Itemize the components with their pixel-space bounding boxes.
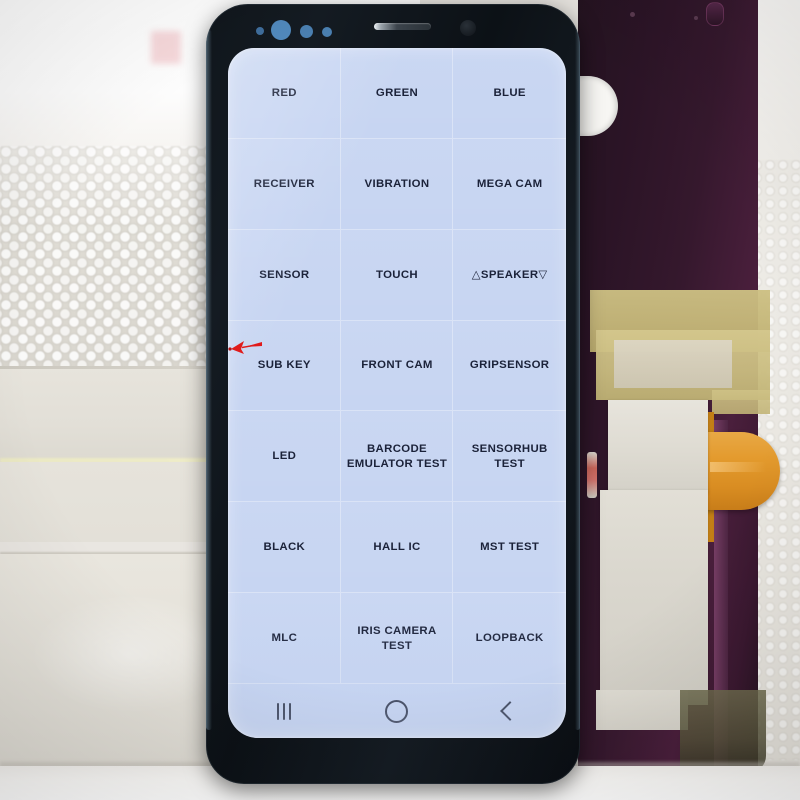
masking-tape-inner-patch (614, 340, 732, 388)
grid-cell-gripsensor[interactable]: GRIPSENSOR (453, 320, 566, 412)
grid-cell-label: GREEN (375, 86, 419, 99)
panel-screw-hole-2 (694, 16, 698, 20)
home-circle-icon (385, 699, 409, 723)
phone-device: RED GREEN BLUE RECEIVER VIBRATION MEGA C… (206, 4, 580, 784)
grid-cell-label: GRIPSENSOR (469, 359, 550, 372)
phone-rim-right (575, 30, 580, 730)
nav-back-button[interactable] (484, 694, 536, 728)
grid-cell-receiver[interactable]: RECEIVER (228, 138, 341, 230)
grid-cell-mlc[interactable]: MLC (228, 593, 341, 684)
paper-tape-strip-3 (596, 690, 688, 730)
grid-cell-touch[interactable]: TOUCH (340, 229, 454, 321)
panel-camera-cutout (706, 2, 724, 26)
grid-cell-led[interactable]: LED (228, 411, 341, 503)
grid-cell-label: BLUE (493, 86, 526, 99)
grid-cell-loopback[interactable]: LOOPBACK (453, 593, 566, 684)
test-mode-grid: RED GREEN BLUE RECEIVER VIBRATION MEGA C… (228, 48, 566, 684)
grid-cell-front-cam[interactable]: FRONT CAM (340, 320, 454, 412)
masking-tape-yellow-3 (712, 390, 770, 414)
grid-cell-vibration[interactable]: VIBRATION (340, 138, 454, 230)
red-arrow-annotation (228, 336, 264, 362)
phone-rim-left (206, 30, 212, 730)
grid-cell-sensor[interactable]: SENSOR (228, 229, 341, 321)
recents-icon (277, 702, 292, 720)
grid-cell-label: SENSOR (259, 268, 310, 281)
grid-cell-label: RED (271, 86, 297, 99)
light-sensor-icon (322, 27, 332, 37)
grid-cell-sensorhub-test[interactable]: SENSORHUB TEST (453, 411, 566, 503)
grid-cell-label: SUB KEY (257, 359, 311, 372)
grid-cell-label: BARCODE EMULATOR TEST (346, 442, 448, 470)
iris-sensor-icon (271, 20, 291, 40)
grid-cell-speaker[interactable]: △SPEAKER▽ (453, 229, 566, 321)
panel-screw-hole-1 (630, 12, 635, 17)
grid-cell-label: LOOPBACK (475, 632, 544, 645)
grid-cell-black[interactable]: BLACK (228, 502, 341, 594)
grid-cell-label: RECEIVER (253, 177, 315, 190)
grid-cell-sub-key[interactable]: SUB KEY (228, 320, 341, 412)
sensor-dot-icon (256, 27, 264, 35)
arrow-left-icon (228, 341, 263, 354)
grid-cell-label: BLACK (263, 541, 306, 554)
front-camera-icon (460, 20, 476, 36)
screenshot-stage: RED GREEN BLUE RECEIVER VIBRATION MEGA C… (0, 0, 800, 800)
grid-cell-label: △SPEAKER▽ (471, 268, 548, 281)
phone-screen: RED GREEN BLUE RECEIVER VIBRATION MEGA C… (228, 48, 566, 738)
nav-recents-button[interactable] (258, 694, 310, 728)
proximity-sensor-icon (300, 25, 313, 38)
grid-cell-label: VIBRATION (364, 177, 430, 190)
nav-home-button[interactable] (371, 694, 423, 728)
back-chevron-icon (499, 701, 520, 721)
grid-cell-label: MST TEST (480, 541, 540, 554)
grid-cell-label: HALL IC (373, 541, 421, 554)
grid-cell-label: SENSORHUB TEST (471, 442, 548, 470)
grid-cell-hall-ic[interactable]: HALL IC (340, 502, 454, 594)
grid-cell-label: MEGA CAM (476, 177, 543, 190)
paper-tape-strip-2 (600, 490, 708, 705)
grid-cell-label: FRONT CAM (361, 359, 433, 372)
grid-cell-label: IRIS CAMERA TEST (357, 624, 437, 652)
grid-cell-mega-cam[interactable]: MEGA CAM (453, 138, 566, 230)
grid-cell-iris-camera-test[interactable]: IRIS CAMERA TEST (340, 593, 454, 684)
panel-corner-grime (680, 690, 766, 772)
pink-patch (151, 31, 181, 64)
grid-cell-blue[interactable]: BLUE (453, 48, 566, 139)
grid-cell-label: MLC (271, 632, 298, 645)
flex-cable-connector (700, 432, 780, 510)
red-marker-smudge (587, 452, 597, 498)
earpiece-speaker-icon (374, 23, 431, 30)
grid-cell-mst-test[interactable]: MST TEST (453, 502, 566, 594)
grid-cell-barcode-emulator-test[interactable]: BARCODE EMULATOR TEST (340, 411, 454, 503)
paper-tape-strip-1 (608, 400, 708, 492)
grid-cell-green[interactable]: GREEN (340, 48, 454, 139)
phone-top-bezel (206, 4, 580, 50)
android-navigation-bar (228, 684, 566, 738)
grid-cell-red[interactable]: RED (228, 48, 341, 139)
grid-cell-label: LED (272, 450, 297, 463)
grid-cell-label: TOUCH (375, 268, 419, 281)
